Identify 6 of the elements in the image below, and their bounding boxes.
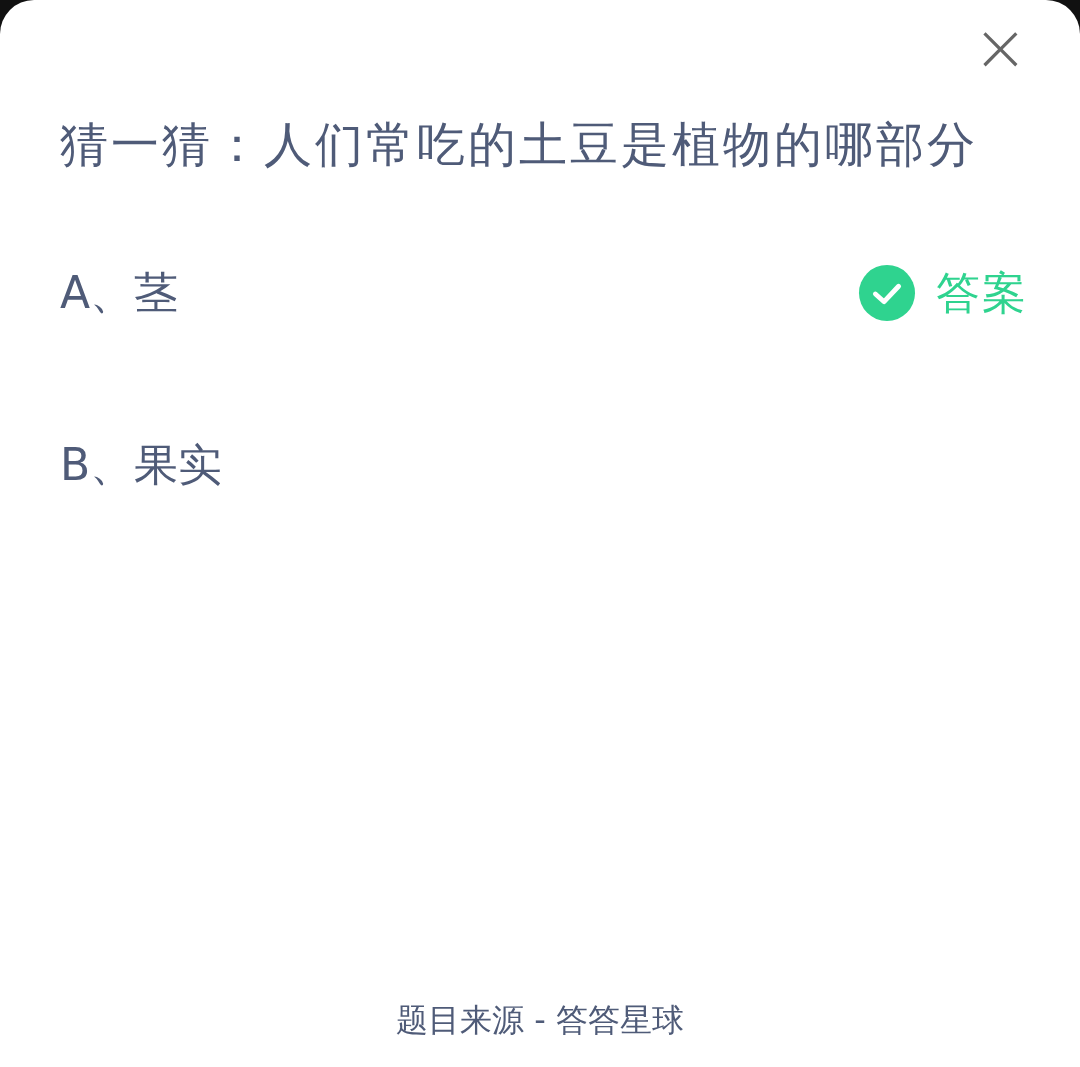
option-text[interactable]: B、果实 <box>60 435 1028 495</box>
question-title: 猜一猜：人们常吃的土豆是植物的哪部分 <box>60 115 979 174</box>
answer-label: 答案 <box>936 265 1028 320</box>
option-text[interactable]: A、茎 <box>60 263 858 323</box>
close-button[interactable]: × <box>972 18 1028 78</box>
source-footer: 题目来源 - 答答星球 <box>52 999 1028 1043</box>
